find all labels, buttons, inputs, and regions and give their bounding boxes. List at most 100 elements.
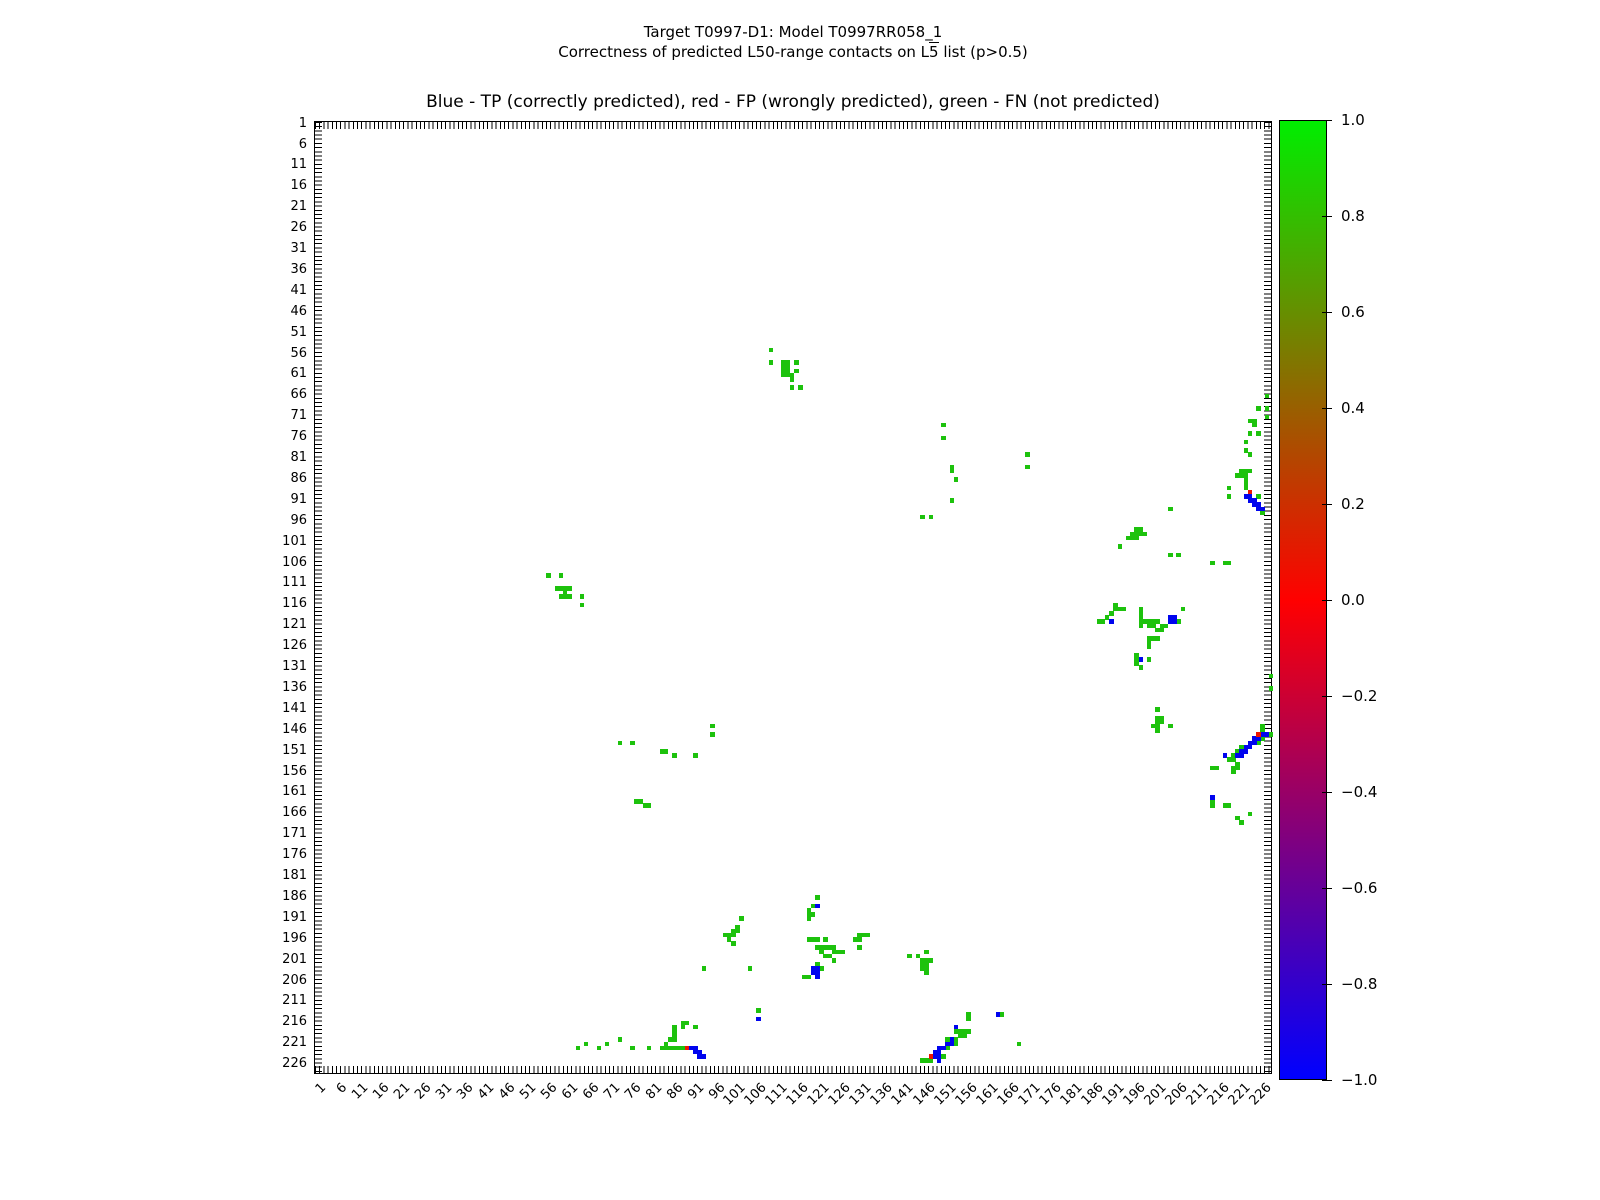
contact-cell-fn_green: [950, 498, 955, 503]
y-tick-label: 106: [267, 556, 307, 569]
x-tick-label: 16: [370, 1081, 391, 1102]
y-tick-label: 196: [267, 932, 307, 945]
y-tick-label: 121: [267, 618, 307, 631]
contact-cell-fn_green: [1176, 553, 1181, 558]
contact-cell-fn_green: [605, 1042, 610, 1047]
contact-cell-fn_green: [966, 1029, 971, 1034]
contact-cell-fn_green: [962, 1033, 967, 1038]
colorbar-tick: [1322, 600, 1332, 601]
colorbar-tick-label: 0.2: [1341, 497, 1365, 512]
contact-cell-fn_green: [1256, 741, 1261, 746]
contact-cell-fn_green: [685, 1021, 690, 1026]
contact-cell-fn_green: [790, 377, 795, 382]
contact-cell-fn_green: [954, 477, 959, 482]
contact-cell-fn_green: [1160, 720, 1165, 725]
contact-cell-fn_green: [929, 1058, 934, 1063]
contact-cell-fn_green: [1147, 657, 1152, 662]
x-tick-label: 226: [1247, 1081, 1274, 1108]
contact-cell-fn_green: [580, 603, 585, 608]
contact-cell-fn_green: [1139, 665, 1144, 670]
contact-cell-fn_green: [647, 803, 652, 808]
contact-cell-fn_green: [1227, 561, 1232, 566]
contact-cell-fn_green: [1265, 406, 1270, 411]
contact-cell-fn_green: [1265, 394, 1270, 399]
contact-cell-fn_green: [1210, 561, 1215, 566]
contact-cell-fn_green: [1260, 511, 1265, 516]
contact-cell-fn_green: [1155, 636, 1160, 641]
colorbar-tick-label: 0.8: [1341, 209, 1365, 224]
y-tick-label: 131: [267, 660, 307, 673]
contact-cell-tp_blue: [1265, 732, 1270, 737]
y-tick-label: 166: [267, 806, 307, 819]
contact-cell-fn_green: [924, 971, 929, 976]
colorbar-gradient: [1280, 121, 1326, 1079]
contact-cell-fn_green: [945, 1046, 950, 1051]
contact-cell-tp_blue: [1239, 753, 1244, 758]
contact-cell-tp_blue: [937, 1058, 942, 1063]
contact-cell-fn_green: [1269, 674, 1274, 679]
contact-cell-fn_green: [1168, 507, 1173, 512]
contact-cell-tp_blue: [1256, 736, 1261, 741]
contact-cell-fn_green: [580, 594, 585, 599]
contact-cell-fn_green: [1269, 686, 1274, 691]
y-tick-label: 221: [267, 1036, 307, 1049]
contact-cell-tp_blue: [1210, 795, 1215, 800]
contact-cell-fn_green: [769, 360, 774, 365]
contact-cell-tp_blue: [1244, 749, 1249, 754]
y-tick-label: 181: [267, 869, 307, 882]
contact-cell-fn_green: [731, 933, 736, 938]
colorbar-tick: [1322, 216, 1332, 217]
y-tick-label: 11: [267, 158, 307, 171]
y-tick-label: 16: [267, 179, 307, 192]
contact-cell-fn_green: [1248, 431, 1253, 436]
contact-cell-fn_green: [1256, 406, 1261, 411]
colorbar-tick: [1322, 696, 1332, 697]
contact-cell-fn_green: [1134, 536, 1139, 541]
colorbar-tick-label: 0.0: [1341, 593, 1365, 608]
contact-cell-fn_green: [907, 954, 912, 959]
y-tick-label: 136: [267, 681, 307, 694]
contact-cell-fn_green: [823, 937, 828, 942]
contact-cell-fp_red: [1248, 490, 1253, 495]
colorbar-tick-label: −1.0: [1341, 1073, 1377, 1088]
x-tick-label: 51: [518, 1081, 539, 1102]
x-tick-label: 76: [623, 1081, 644, 1102]
contact-cell-fn_green: [1248, 812, 1253, 817]
x-tick-label: 91: [686, 1081, 707, 1102]
contact-cell-fn_green: [929, 958, 934, 963]
x-tick-label: 56: [539, 1081, 560, 1102]
contact-cell-fn_green: [1252, 423, 1257, 428]
y-tick-label: 156: [267, 765, 307, 778]
contact-cell-fn_green: [857, 937, 862, 942]
contact-cell-fn_green: [794, 369, 799, 374]
contact-cell-fn_green: [630, 1046, 635, 1051]
contact-cell-fn_green: [950, 469, 955, 474]
y-tick-label: 211: [267, 994, 307, 1007]
y-tick-label: 141: [267, 702, 307, 715]
contact-cell-fn_green: [1235, 766, 1240, 771]
contact-cell-tp_blue: [815, 975, 820, 980]
y-tick-label: 116: [267, 597, 307, 610]
y-tick-label: 226: [267, 1057, 307, 1070]
y-tick-label: 101: [267, 535, 307, 548]
contact-cell-tp_blue: [1139, 657, 1144, 662]
colorbar: [1279, 120, 1327, 1080]
figure-title-line2-overlined: 5: [929, 42, 939, 61]
contact-cell-fn_green: [597, 1046, 602, 1051]
colorbar-tick: [1322, 120, 1332, 121]
contact-cell-fn_green: [731, 941, 736, 946]
contact-cell-fn_green: [1227, 803, 1232, 808]
contact-cell-fn_green: [832, 958, 837, 963]
contact-cell-fn_green: [576, 1046, 581, 1051]
contact-cell-fn_green: [954, 1042, 959, 1047]
contact-cell-fn_green: [1155, 707, 1160, 712]
contact-cell-fn_green: [1214, 766, 1219, 771]
y-axis-minor-ticks-left: [315, 122, 322, 1073]
y-tick-label: 71: [267, 409, 307, 422]
contact-cell-tp_blue: [996, 1012, 1001, 1017]
x-tick-label: 66: [581, 1081, 602, 1102]
x-tick-label: 1: [313, 1081, 328, 1096]
x-axis-minor-ticks-bottom: [315, 1066, 1271, 1073]
contact-cell-tp_blue: [1223, 753, 1228, 758]
y-tick-label: 1: [267, 117, 307, 130]
